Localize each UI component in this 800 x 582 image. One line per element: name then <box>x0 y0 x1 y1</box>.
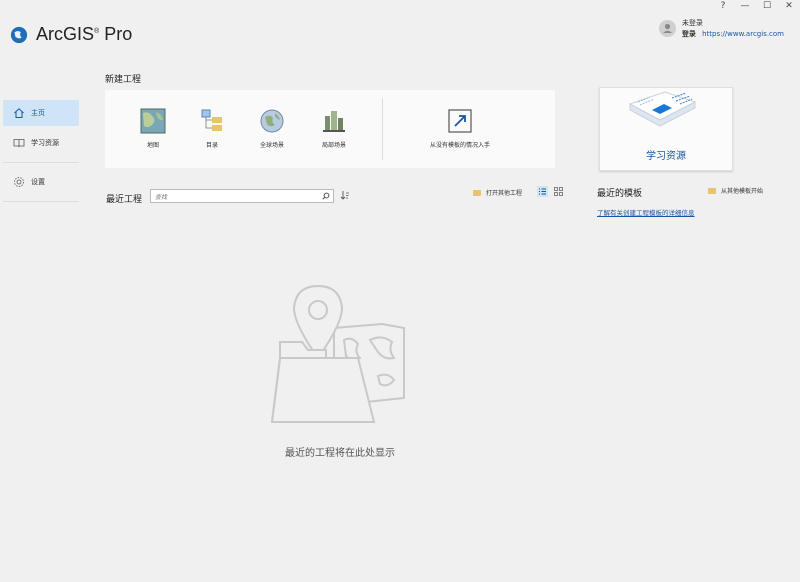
tile-label: 地图 <box>146 142 159 149</box>
open-other-project-label: 打开其他工程 <box>486 190 523 197</box>
avatar[interactable] <box>658 20 676 37</box>
sidebar-item-label: 设置 <box>31 178 45 186</box>
list-view-icon[interactable] <box>537 186 548 197</box>
new-project-panel: 地图 目录 全球场景 局部场景 从没有模板的情况入手 <box>105 90 555 168</box>
sidebar: 主页 学习资源 设置 <box>0 96 82 208</box>
start-other-template-label: 从其他模板开始 <box>721 188 764 195</box>
grid-view-icon[interactable] <box>553 186 564 197</box>
tile-label: 全球场景 <box>259 142 284 149</box>
search-icon[interactable] <box>322 192 330 200</box>
new-catalog-tile[interactable]: 目录 <box>187 108 237 149</box>
help-button[interactable]: ? <box>712 0 734 14</box>
catalog-icon <box>201 109 222 131</box>
sidebar-item-learning[interactable]: 学习资源 <box>3 130 79 156</box>
sidebar-item-label: 主页 <box>31 109 45 117</box>
search-input[interactable]: 查找 <box>150 189 334 203</box>
globe-icon <box>260 109 284 133</box>
new-map-tile[interactable]: 地图 <box>128 108 178 149</box>
start-other-template-button[interactable]: 从其他模板开始 <box>708 186 763 195</box>
tile-label: 从没有模板的情况入手 <box>429 142 490 149</box>
sidebar-item-home[interactable]: 主页 <box>3 100 79 126</box>
empty-folder-illustration-icon <box>270 284 405 423</box>
recent-projects-empty-message: 最近的工程将在此处显示 <box>285 448 395 459</box>
open-other-project-button[interactable]: 打开其他工程 <box>473 188 522 197</box>
app-title: ArcGIS® Pro <box>36 24 133 44</box>
maximize-button[interactable]: ☐ <box>756 0 778 14</box>
new-global-scene-tile[interactable]: 全球场景 <box>247 108 297 149</box>
learning-book-illustration-icon <box>628 91 697 127</box>
recent-templates-title: 最近的模板 <box>597 189 643 199</box>
portal-url[interactable]: https://www.arcgis.com <box>702 30 784 38</box>
map-icon <box>140 108 166 134</box>
local-scene-icon <box>323 111 345 132</box>
window-controls: ? — ☐ ✕ <box>712 0 800 14</box>
signin-link[interactable]: 登录 <box>682 30 696 38</box>
sort-icon[interactable] <box>340 190 350 200</box>
learning-resources-label: 学习资源 <box>646 151 686 162</box>
sidebar-item-label: 学习资源 <box>31 139 59 147</box>
recent-projects-title: 最近工程 <box>106 195 143 205</box>
minimize-button[interactable]: — <box>734 0 756 14</box>
start-without-template-tile[interactable]: 从没有模板的情况入手 <box>415 108 505 149</box>
app-logo: ArcGIS® Pro <box>10 24 132 45</box>
user-status: 未登录 <box>681 19 703 27</box>
open-arrow-icon <box>448 109 472 133</box>
new-local-scene-tile[interactable]: 局部场景 <box>309 108 359 149</box>
sidebar-divider <box>3 201 79 202</box>
tile-label: 局部场景 <box>321 142 346 149</box>
search-placeholder: 查找 <box>155 194 168 201</box>
gear-icon <box>14 177 24 187</box>
folder-icon <box>473 189 481 196</box>
sidebar-divider <box>3 162 79 163</box>
sidebar-item-settings[interactable]: 设置 <box>3 169 79 195</box>
new-project-title: 新建工程 <box>105 75 142 85</box>
learning-resources-card[interactable]: 学习资源 <box>599 87 733 171</box>
tile-label: 目录 <box>205 142 218 149</box>
template-help-link[interactable]: 了解有关创建工程模板的详细信息 <box>597 207 695 217</box>
arcgis-globe-icon <box>10 26 28 43</box>
folder-icon <box>708 187 716 194</box>
home-icon <box>14 108 24 118</box>
close-button[interactable]: ✕ <box>778 0 800 14</box>
user-area: 未登录 登录 https://www.arcgis.com <box>658 18 784 40</box>
book-icon <box>13 139 25 148</box>
user-icon <box>662 23 672 33</box>
divider <box>382 98 383 160</box>
